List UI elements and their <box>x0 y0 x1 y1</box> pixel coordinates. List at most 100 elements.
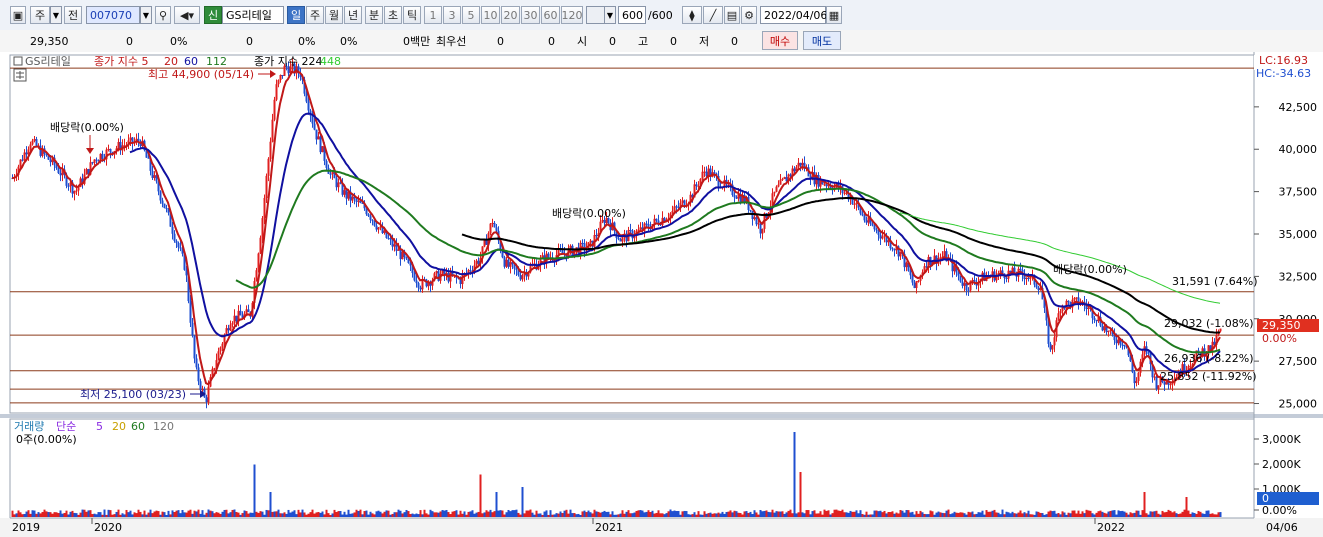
candle-body <box>193 335 196 359</box>
chevron-down-icon[interactable]: ▼ <box>50 6 62 24</box>
candle-body <box>367 214 370 217</box>
chevron-down-icon[interactable]: ▼ <box>140 6 152 24</box>
y-tick-label: 37,500 <box>1279 186 1318 199</box>
volume-bar <box>1037 511 1040 517</box>
candle-body <box>269 141 272 159</box>
minute-10-button[interactable]: 10 <box>481 6 500 24</box>
candle-body <box>261 218 264 238</box>
volume-bar <box>99 512 102 517</box>
volume-bar <box>1089 510 1092 517</box>
speaker-icon[interactable]: ◀▾ <box>174 6 200 24</box>
volume-bar <box>863 514 866 517</box>
volume-bar <box>123 514 126 517</box>
minute-20-button[interactable]: 20 <box>501 6 520 24</box>
volume-bar <box>613 514 616 517</box>
candle-body <box>757 223 760 225</box>
prev-button[interactable]: 전 <box>64 6 82 24</box>
minute-30-button[interactable]: 30 <box>521 6 540 24</box>
volume-bar <box>163 512 166 517</box>
stock-name-field[interactable]: GS리테일 <box>222 6 284 24</box>
volume-bar <box>51 513 54 517</box>
volume-bar <box>1001 509 1004 517</box>
candle-body <box>371 219 374 221</box>
volume-bar <box>1197 510 1200 517</box>
volume-bar <box>579 514 582 517</box>
volume-bar <box>1143 492 1146 517</box>
tab-week[interactable]: 주 <box>306 6 324 24</box>
tab-minute[interactable]: 분 <box>365 6 383 24</box>
volume-bar <box>71 510 74 517</box>
volume-bar <box>355 509 358 517</box>
search-icon[interactable]: ⚲ <box>155 6 171 24</box>
candle-body <box>225 328 228 335</box>
volume-bar <box>239 514 242 517</box>
candle-body <box>775 186 778 192</box>
candle-body <box>1075 297 1078 299</box>
candle-body <box>899 251 902 257</box>
candle-body <box>777 184 780 187</box>
candle-body <box>57 168 60 174</box>
stock-code-input[interactable]: 007070 <box>86 6 140 24</box>
tab-day[interactable]: 일 <box>287 6 305 24</box>
minute-120-button[interactable]: 120 <box>561 6 583 24</box>
candle-body <box>29 144 32 150</box>
sell-button[interactable]: 매도 <box>803 31 841 50</box>
chevron-down-icon[interactable]: ▼ <box>604 6 616 24</box>
volume-bar <box>717 512 720 517</box>
volume-bar <box>313 513 316 517</box>
volume-bar <box>971 511 974 517</box>
volume-bar <box>377 510 380 517</box>
candle-body <box>913 282 916 289</box>
minute-60-button[interactable]: 60 <box>541 6 560 24</box>
minute-5-button[interactable]: 5 <box>462 6 480 24</box>
volume-bar <box>1051 511 1054 517</box>
volume-bar <box>421 514 424 517</box>
current-price: 29,350 <box>30 34 69 48</box>
calendar-icon[interactable]: ▦ <box>826 6 842 24</box>
volume-bar <box>693 512 696 517</box>
new-badge[interactable]: 신 <box>204 6 222 24</box>
candle-body <box>905 262 908 268</box>
volume-bar <box>683 510 686 517</box>
candle-body <box>1189 365 1192 367</box>
volume-bar <box>365 510 368 517</box>
gear-icon[interactable]: ⚙ <box>741 6 757 24</box>
x-label-2020: 2020 <box>94 521 122 534</box>
candle-body <box>571 245 574 256</box>
volume-bar <box>111 514 114 517</box>
count-input[interactable]: 600 <box>618 6 646 24</box>
volume-bar <box>797 512 800 517</box>
volume-bar <box>39 513 42 517</box>
volume-bar <box>691 514 694 517</box>
volume-bar <box>699 514 702 517</box>
period-select[interactable]: 주 <box>30 6 50 24</box>
volume-bar <box>333 509 336 517</box>
volume-bar <box>367 514 370 517</box>
sell-label: 매도 <box>811 34 833 48</box>
date-input[interactable]: 2022/04/06 <box>760 6 827 24</box>
volume-bar <box>85 511 88 517</box>
stock-name-value: GS리테일 <box>226 9 272 22</box>
stock-chart[interactable]: GS리테일 종가 지수 5 20 60 112 종가 지수 224 448 LC… <box>0 52 1323 537</box>
candle-type-icon[interactable]: ⧫ <box>682 6 702 24</box>
volume-ma20-label: 20 <box>112 420 126 433</box>
candle-body <box>875 229 878 231</box>
line-type-icon[interactable]: ╱ <box>703 6 723 24</box>
volume-bar <box>41 511 44 517</box>
level-label-4: 25,852 (-11.92%) <box>1160 370 1256 383</box>
layout-icon[interactable]: ▣ <box>10 6 26 24</box>
volume-bar <box>1077 510 1080 517</box>
buy-button[interactable]: 매수 <box>762 31 798 50</box>
volume-bar <box>1007 512 1010 517</box>
volume-bar <box>643 512 646 517</box>
tab-tick[interactable]: 틱 <box>403 6 421 24</box>
tab-year[interactable]: 년 <box>344 6 362 24</box>
minute-3-button[interactable]: 3 <box>443 6 461 24</box>
candle-body <box>503 257 506 267</box>
tab-second[interactable]: 초 <box>384 6 402 24</box>
volume-bar <box>343 511 346 517</box>
tab-month[interactable]: 월 <box>325 6 343 24</box>
save-icon[interactable]: ▤ <box>724 6 740 24</box>
volume-bar <box>963 513 966 517</box>
minute-1-button[interactable]: 1 <box>424 6 442 24</box>
